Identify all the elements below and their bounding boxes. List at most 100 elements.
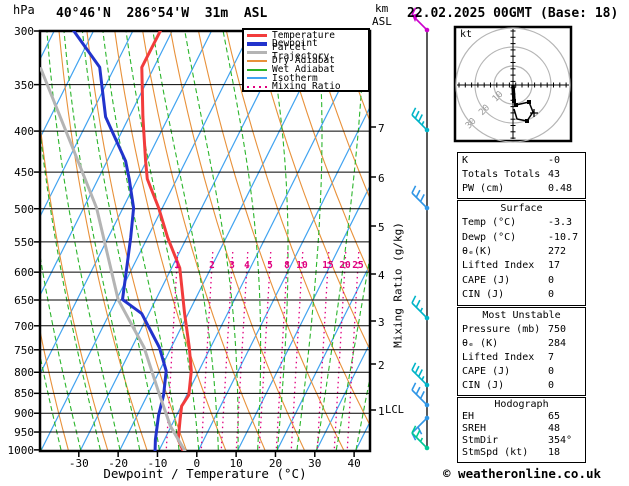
dry-adiabat-line: [40, 119, 109, 451]
table-row: Temp (°C) -3.3: [458, 215, 585, 229]
table-row: K -0: [458, 153, 585, 167]
table-row-value: 7: [548, 351, 555, 363]
stats-table-hodograph: Hodograph EH 65 SREH 48 StmDir 354° StmSpd (kt)…: [457, 397, 586, 463]
km-tick-label: 3: [378, 316, 385, 329]
table-row-value: 0: [548, 365, 555, 377]
table-row-value: 0: [548, 289, 555, 301]
table-row: SREH 48: [458, 422, 585, 434]
pressure-tick-label: 950: [14, 426, 34, 440]
km-tick-label: 2: [378, 359, 385, 372]
hodograph-unit-label: kt: [460, 29, 473, 40]
table-row-value: 43: [548, 168, 561, 180]
table-row: θₑ (K) 284: [458, 336, 585, 350]
table-row-label: K: [462, 154, 469, 166]
table-row-label: CAPE (J): [462, 274, 511, 286]
table-row-label: CAPE (J): [462, 365, 511, 377]
temp-tick-label: 30: [308, 457, 322, 470]
table-row-value: 48: [548, 422, 561, 434]
temp-tick-label: 40: [347, 457, 361, 470]
series-temperature: [140, 31, 193, 451]
table-row-label: θₑ(K): [462, 245, 493, 257]
table-row: Lifted Index 17: [458, 259, 585, 273]
legend-line-swatch: [247, 33, 267, 38]
km-tick-label: 7: [378, 122, 385, 135]
temp-tick-label: -20: [108, 457, 129, 470]
table-row-label: Dewp (°C): [462, 231, 517, 243]
table-row: Pressure (mb) 750: [458, 322, 585, 336]
temp-tick-label: 0: [193, 457, 201, 470]
legend-line-swatch: [247, 60, 267, 62]
hodograph-point-marker: [527, 100, 531, 104]
wet-adiabat-line: [316, 31, 365, 450]
lcl-marker-label: LCL: [385, 404, 404, 416]
table-row-value: -3.3: [548, 217, 573, 229]
pressure-tick-label: 750: [14, 343, 34, 357]
table-row-label: Lifted Index: [462, 351, 535, 363]
legend-item-label: Mixing Ratio: [272, 81, 341, 93]
mixing-ratio-line: [275, 251, 289, 451]
table-row: StmSpd (kt) 18: [458, 447, 585, 459]
table-section-header: Surface: [500, 202, 543, 214]
table-row-value: 284: [548, 337, 567, 349]
table-row-label: CIN (J): [462, 379, 505, 391]
table-row: StmDir 354°: [458, 435, 585, 447]
table-section-header: Most Unstable: [482, 309, 561, 321]
mixing-ratio-line: [220, 251, 234, 451]
table-row: PW (cm) 0.48: [458, 181, 585, 195]
mixing-ratio-value-label: 25: [352, 260, 364, 271]
dry-adiabat-line: [142, 31, 266, 451]
pressure-tick-label: 650: [14, 294, 34, 307]
legend-line-swatch: [247, 68, 267, 71]
table-row-label: θₑ (K): [462, 337, 499, 349]
pressure-tick-label: 600: [14, 266, 34, 280]
table-row-value: 17: [548, 260, 561, 272]
altitude-unit-km: km: [375, 2, 389, 15]
mixing-ratio-value-label: 3: [229, 260, 235, 271]
table-row-value: 750: [548, 323, 567, 335]
km-tick-label: 1: [378, 405, 385, 418]
mixing-ratio-value-label: 1: [174, 260, 180, 271]
station-title: 40°46'N 286°54'W 31m ASL: [56, 6, 268, 21]
legend: Temperature Dewpoint Parcel Trajectory Dry …: [242, 28, 370, 92]
stats-table-indices: K -0 Totals Totals 43 PW (cm) 0.48: [457, 152, 586, 199]
mixing-ratio-line: [333, 251, 347, 451]
table-row-value: -10.7: [548, 231, 579, 243]
km-tick-label: 4: [378, 269, 385, 282]
table-row: CAPE (J) 0: [458, 273, 585, 287]
table-row-label: CIN (J): [462, 289, 505, 301]
table-section-header: Hodograph: [494, 398, 549, 410]
km-tick-label: 5: [378, 221, 385, 234]
temp-tick-label: -30: [68, 457, 89, 470]
table-row-value: 18: [548, 447, 561, 459]
mixing-ratio-value-label: 5: [267, 260, 273, 271]
table-row: EH 65: [458, 410, 585, 422]
pressure-tick-label: 300: [14, 25, 34, 38]
series-dewpoint: [71, 31, 168, 451]
table-row-value: 272: [548, 245, 567, 257]
temp-tick-label: 10: [229, 457, 243, 470]
table-row: CIN (J) 0: [458, 378, 585, 392]
table-row: Lifted Index 7: [458, 350, 585, 364]
pressure-tick-label: 850: [14, 387, 34, 401]
mixing-ratio-value-label: 20: [339, 260, 351, 271]
table-row-value: 354°: [548, 435, 573, 447]
legend-line-swatch: [247, 85, 267, 89]
mixing-ratio-value-label: 4: [244, 260, 250, 271]
pressure-tick-label: 700: [14, 319, 34, 333]
pressure-tick-label: 1000: [7, 443, 35, 457]
pressure-tick-label: 800: [14, 366, 34, 380]
hodograph-point-marker: [525, 119, 529, 123]
skewt-sounding-page: 10 20 30 hPa 40°46'N 286°54'W 31m ASL km A…: [0, 0, 629, 486]
mixing-ratio-axis-label: Mixing Ratio (g/kg): [391, 222, 405, 348]
pressure-tick-label: 350: [14, 78, 34, 92]
pressure-tick-label: 500: [14, 202, 34, 216]
km-tick-label: 6: [378, 172, 385, 185]
table-row: CIN (J) 0: [458, 288, 585, 302]
table-row-value: 0: [548, 274, 555, 286]
legend-line-swatch: [247, 77, 267, 80]
temp-tick-label: -10: [147, 457, 168, 470]
legend-line-swatch: [247, 50, 267, 55]
table-row-label: StmDir: [462, 435, 499, 447]
mixing-ratio-value-label: 2: [209, 260, 215, 271]
datetime-label: 22.02.2025 00GMT (Base: 18): [407, 6, 619, 21]
